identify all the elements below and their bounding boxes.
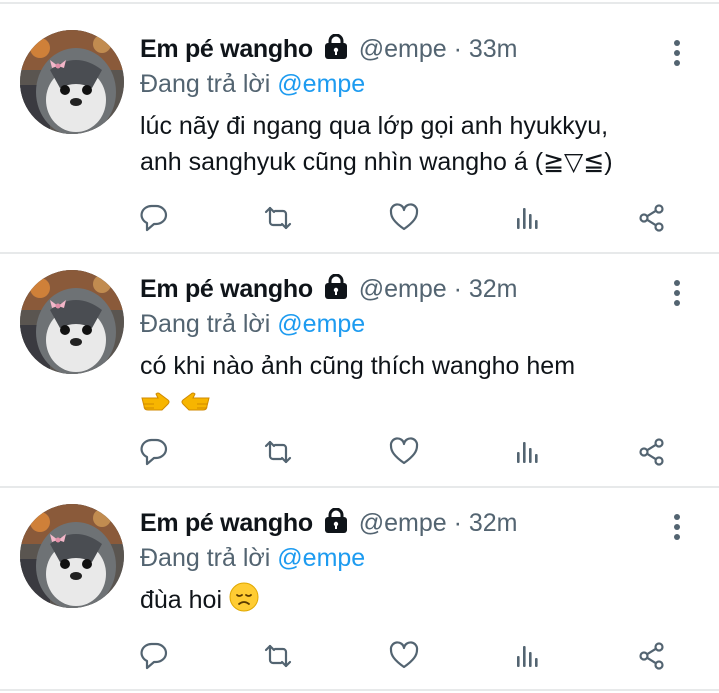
timestamp[interactable]: 32m	[469, 275, 518, 303]
replying-prefix: Đang trả lời	[140, 70, 271, 98]
tweet-text-line: đùa hoi	[140, 586, 223, 614]
display-name[interactable]: Em pé wangho	[140, 35, 313, 63]
views-icon[interactable]	[512, 436, 548, 472]
user-handle[interactable]: @empe	[359, 275, 447, 303]
lock-icon	[323, 508, 348, 534]
lock-icon	[323, 274, 348, 300]
tweet-actions	[138, 640, 678, 676]
disappointed-face-emoji-icon	[229, 582, 259, 612]
reply-icon[interactable]	[138, 202, 174, 238]
tweet-2[interactable]: Em pé wangho @empe · 32m Đang trả lời @e…	[0, 254, 719, 486]
mention-link[interactable]: @empe	[277, 310, 365, 338]
reply-icon[interactable]	[138, 640, 174, 676]
reply-icon[interactable]	[138, 436, 174, 472]
replying-to: Đang trả lời @empe	[140, 67, 365, 101]
more-icon[interactable]	[668, 280, 686, 310]
like-icon[interactable]	[388, 202, 424, 238]
tweet-text-line: có khi nào ảnh cũng thích wangho hem	[140, 352, 576, 380]
replying-prefix: Đang trả lời	[140, 544, 271, 572]
tweet-header: Em pé wangho @empe · 33m	[140, 32, 518, 66]
like-icon[interactable]	[388, 436, 424, 472]
tweet-text: đùa hoi	[140, 582, 680, 618]
views-icon[interactable]	[512, 202, 548, 238]
tweet-text-line: lúc nãy đi ngang qua lớp gọi anh hyukkyu…	[140, 112, 609, 140]
tweet-actions	[138, 202, 678, 238]
lock-icon	[323, 34, 348, 60]
retweet-icon[interactable]	[262, 640, 298, 676]
point-left-emoji-icon	[181, 392, 210, 411]
display-name[interactable]: Em pé wangho	[140, 509, 313, 537]
separator: ·	[453, 35, 462, 63]
timestamp[interactable]: 32m	[469, 509, 518, 537]
tweet-header: Em pé wangho @empe · 32m	[140, 506, 518, 540]
tweet-3[interactable]: Em pé wangho @empe · 32m Đang trả lời @e…	[0, 488, 719, 693]
like-icon[interactable]	[388, 640, 424, 676]
mention-link[interactable]: @empe	[277, 544, 365, 572]
views-icon[interactable]	[512, 640, 548, 676]
user-handle[interactable]: @empe	[359, 35, 447, 63]
more-icon[interactable]	[668, 514, 686, 544]
tweet-1[interactable]: Em pé wangho @empe · 33m Đang trả lời @e…	[0, 0, 719, 252]
share-icon[interactable]	[636, 202, 672, 238]
tweet-text-line: anh sanghyuk cũng nhìn wangho á (≧▽≦)	[140, 148, 613, 176]
replying-to: Đang trả lời @empe	[140, 307, 365, 341]
retweet-icon[interactable]	[262, 202, 298, 238]
tweet-text: lúc nãy đi ngang qua lớp gọi anh hyukkyu…	[140, 108, 680, 180]
user-handle[interactable]: @empe	[359, 509, 447, 537]
display-name[interactable]: Em pé wangho	[140, 275, 313, 303]
share-icon[interactable]	[636, 640, 672, 676]
separator: ·	[453, 509, 462, 537]
timestamp[interactable]: 33m	[469, 35, 518, 63]
point-right-emoji-icon	[141, 392, 170, 411]
replying-prefix: Đang trả lời	[140, 310, 271, 338]
tweet-text: có khi nào ảnh cũng thích wangho hem	[140, 348, 680, 420]
bottom-divider	[0, 689, 719, 691]
share-icon[interactable]	[636, 436, 672, 472]
separator: ·	[453, 275, 462, 303]
more-icon[interactable]	[668, 40, 686, 70]
tweet-actions	[138, 436, 678, 472]
mention-link[interactable]: @empe	[277, 70, 365, 98]
emoji-row	[140, 384, 680, 420]
tweet-header: Em pé wangho @empe · 32m	[140, 272, 518, 306]
retweet-icon[interactable]	[262, 436, 298, 472]
replying-to: Đang trả lời @empe	[140, 541, 365, 575]
